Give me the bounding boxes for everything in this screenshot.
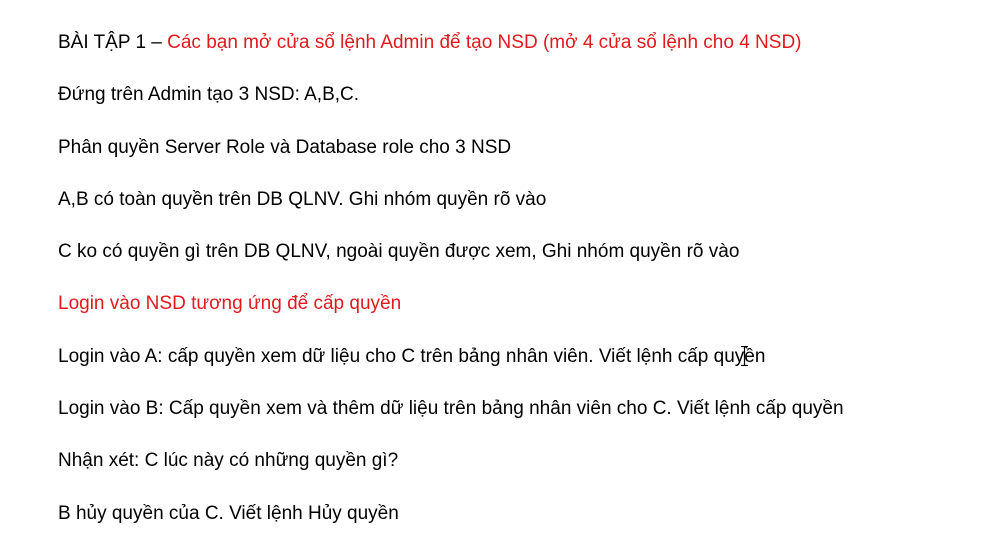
login-line-a: Login vào A: cấp quyền xem dữ liệu cho C… — [58, 345, 766, 367]
task-line-assign-roles: Phân quyền Server Role và Database role … — [58, 136, 512, 158]
exercise-title-instruction: Các bạn mở cửa sổ lệnh Admin để tạo NSD … — [167, 32, 802, 53]
exercise-title: BÀI TẬP 1 – Các bạn mở cửa sổ lệnh Admin… — [58, 26, 992, 78]
exercise-title-prefix: BÀI TẬP 1 – — [58, 32, 168, 53]
revoke-line: B hủy quyền của C. Viết lệnh Hủy quyền — [58, 502, 399, 524]
task-line-c-view-only: C ko có quyền gì trên DB QLNV, ngoài quy… — [58, 241, 740, 263]
text-cursor-icon — [741, 346, 748, 366]
remark-line: Nhận xét: C lúc này có những quyền gì? — [58, 450, 399, 472]
task-line-create-users: Đứng trên Admin tạo 3 NSD: A,B,C. — [58, 84, 360, 106]
login-line-b: Login vào B: Cấp quyền xem và thêm dữ li… — [58, 398, 844, 420]
task-line-ab-full-rights: A,B có toàn quyền trên DB QLNV. Ghi nhóm… — [58, 188, 547, 210]
document-page: BÀI TẬP 1 – Các bạn mở cửa sổ lệnh Admin… — [0, 0, 992, 542]
login-heading: Login vào NSD tương ứng để cấp quyền — [58, 293, 402, 315]
